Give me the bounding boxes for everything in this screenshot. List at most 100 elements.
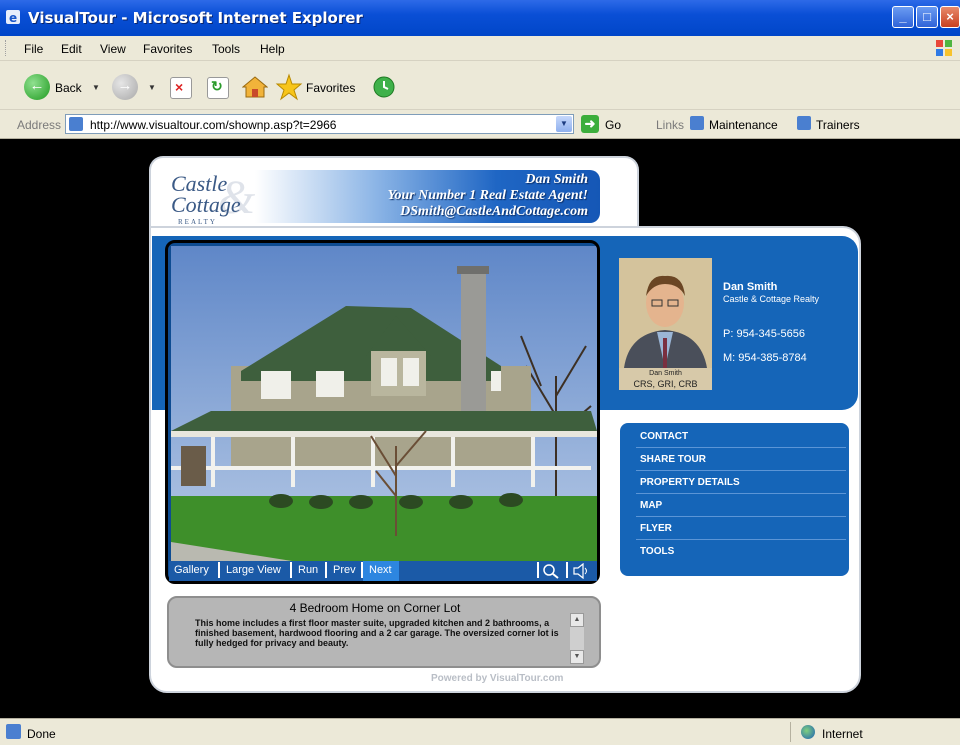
menu-help[interactable]: Help <box>260 42 285 56</box>
status-text: Done <box>27 727 56 741</box>
menu-edit[interactable]: Edit <box>61 42 82 56</box>
status-divider <box>790 722 791 742</box>
nav-divider <box>566 562 568 578</box>
menu-file[interactable]: File <box>24 42 43 56</box>
menu-map[interactable]: MAP <box>640 494 835 516</box>
banner-name: Dan Smith <box>525 172 588 187</box>
status-bar: Done Internet <box>0 718 960 745</box>
property-description: This home includes a first floor master … <box>195 618 559 648</box>
menu-tools[interactable]: TOOLS <box>640 540 835 562</box>
address-input[interactable]: http://www.visualtour.com/shownp.asp?t=2… <box>65 114 574 134</box>
address-dropdown-icon[interactable]: ▼ <box>556 116 572 132</box>
menu-flyer-label: FLYER <box>640 523 672 534</box>
address-url: http://www.visualtour.com/shownp.asp?t=2… <box>90 118 337 132</box>
next-button[interactable]: Next <box>369 564 392 576</box>
window-title-bar: e VisualTour - Microsoft Internet Explor… <box>0 0 960 36</box>
go-button[interactable]: Go <box>605 118 621 132</box>
description-scrollbar[interactable] <box>570 627 584 650</box>
agent-photo-caption-creds: CRS, GRI, CRB <box>633 379 698 389</box>
property-photo-frame <box>165 240 600 584</box>
menu-property-details-label: PROPERTY DETAILS <box>640 477 740 488</box>
minimize-icon: _ <box>899 9 907 24</box>
agent-portrait <box>619 258 712 368</box>
menu-contact-label: CONTACT <box>640 431 689 442</box>
menu-grip <box>5 40 9 56</box>
scroll-down-button[interactable]: ▼ <box>570 650 584 664</box>
menu-tools[interactable]: Tools <box>212 42 240 56</box>
window-title: VisualTour - Microsoft Internet Explorer <box>28 9 363 27</box>
history-icon[interactable] <box>372 75 396 99</box>
address-label: Address <box>17 118 62 132</box>
menu-contact[interactable]: CONTACT <box>640 425 835 447</box>
agent-photo: Dan Smith CRS, GRI, CRB <box>619 258 712 390</box>
powered-by-link[interactable]: Powered by VisualTour.com <box>431 673 563 684</box>
scroll-up-button[interactable]: ▲ <box>570 613 584 627</box>
menu-bar: File Edit View Favorites Tools Help <box>0 36 960 61</box>
property-title: 4 Bedroom Home on Corner Lot <box>289 601 461 615</box>
close-button[interactable]: × <box>940 6 960 28</box>
favorites-label[interactable]: Favorites <box>306 81 355 95</box>
maximize-icon: □ <box>923 9 931 24</box>
agent-phone: P: 954-345-5656 <box>723 328 805 340</box>
back-arrow-icon: ← <box>29 77 45 94</box>
agent-mobile: M: 954-385-8784 <box>723 352 807 364</box>
back-dropdown-icon[interactable]: ▼ <box>92 83 100 92</box>
forward-arrow-icon: → <box>117 77 133 94</box>
nav-divider <box>290 562 292 578</box>
security-zone: Internet <box>822 727 863 741</box>
nav-divider <box>218 562 220 578</box>
prev-button[interactable]: Prev <box>333 564 356 576</box>
zoom-icon[interactable] <box>542 563 560 579</box>
agent-name: Dan Smith <box>723 281 778 293</box>
menu-share-tour[interactable]: SHARE TOUR <box>640 448 835 470</box>
nav-divider <box>361 562 363 578</box>
gallery-button[interactable]: Gallery <box>174 564 209 576</box>
maintenance-link-icon <box>690 116 704 130</box>
agent-photo-caption-name: Dan Smith <box>649 370 682 377</box>
property-photo[interactable] <box>171 246 597 564</box>
refresh-button[interactable]: ↻ <box>207 77 229 99</box>
link-maintenance[interactable]: Maintenance <box>709 118 778 132</box>
close-icon: × <box>946 9 954 24</box>
trainers-link-icon <box>797 116 811 130</box>
agent-banner: Dan Smith Your Number 1 Real Estate Agen… <box>255 170 600 223</box>
banner-tagline: Your Number 1 Real Estate Agent! <box>387 188 588 203</box>
run-button[interactable]: Run <box>298 564 318 576</box>
links-label: Links <box>656 118 685 132</box>
refresh-icon: ↻ <box>211 78 223 94</box>
link-trainers[interactable]: Trainers <box>816 118 860 132</box>
ie-app-icon: e <box>6 10 20 25</box>
menu-property-details[interactable]: PROPERTY DETAILS <box>640 471 835 493</box>
agent-company: Castle & Cottage Realty <box>723 294 820 304</box>
done-page-icon <box>6 724 21 739</box>
menu-flyer[interactable]: FLYER <box>640 517 835 539</box>
large-view-button[interactable]: Large View <box>226 564 281 576</box>
standard-toolbar: ← Back ▼ → ▼ × ↻ Favorites <box>0 61 960 110</box>
banner-email[interactable]: DSmith@CastleAndCottage.com <box>400 204 588 220</box>
logo-realty: REALTY <box>178 218 217 226</box>
menu-view[interactable]: View <box>100 42 126 56</box>
menu-share-tour-label: SHARE TOUR <box>640 454 706 465</box>
favorites-star-icon[interactable] <box>275 73 303 101</box>
nav-divider <box>325 562 327 578</box>
minimize-button[interactable]: _ <box>892 6 914 28</box>
go-arrow-icon[interactable]: ➜ <box>581 115 599 133</box>
stop-button[interactable]: × <box>170 77 192 99</box>
forward-button[interactable]: → <box>112 74 138 100</box>
internet-globe-icon <box>801 725 815 739</box>
stop-icon: × <box>175 79 184 95</box>
forward-dropdown-icon[interactable]: ▼ <box>148 83 156 92</box>
menu-tools-label: TOOLS <box>640 546 675 557</box>
maximize-button[interactable]: □ <box>916 6 938 28</box>
sound-icon[interactable] <box>572 563 590 579</box>
home-icon[interactable] <box>242 75 268 99</box>
svg-text:e: e <box>9 11 17 25</box>
menu-map-label: MAP <box>640 500 663 511</box>
back-button[interactable]: ← <box>24 74 50 100</box>
logo-cottage: Cottage <box>171 192 241 217</box>
menu-favorites[interactable]: Favorites <box>143 42 192 56</box>
windows-logo-icon <box>936 40 952 56</box>
nav-divider <box>537 562 539 578</box>
back-label: Back <box>55 81 82 95</box>
page-icon <box>69 117 83 131</box>
